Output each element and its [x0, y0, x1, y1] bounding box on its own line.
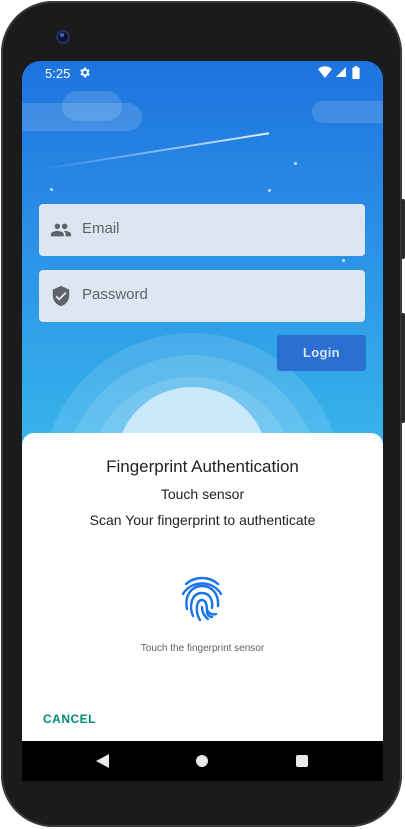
screen: 5:25 Email Password Login Fingerprint Au…	[22, 61, 383, 781]
status-time: 5:25	[45, 66, 71, 81]
star	[294, 162, 297, 165]
fingerprint-hint: Touch the fingerprint sensor	[140, 643, 265, 654]
wifi-icon	[318, 66, 332, 81]
cloud	[62, 91, 122, 121]
dialog-description: Scan Your fingerprint to authenticate	[89, 512, 316, 528]
cloud	[312, 101, 383, 123]
password-field[interactable]: Password	[39, 270, 365, 322]
shooting-star	[36, 132, 270, 171]
fingerprint-dialog: Fingerprint Authentication Touch sensor …	[22, 433, 383, 741]
signal-icon	[335, 66, 347, 81]
recents-icon[interactable]	[296, 755, 308, 767]
email-field[interactable]: Email	[39, 204, 365, 256]
home-icon[interactable]	[196, 755, 208, 767]
dialog-title: Fingerprint Authentication	[106, 457, 299, 476]
shield-icon	[50, 285, 72, 312]
email-placeholder: Email	[82, 220, 120, 237]
fingerprint-icon[interactable]	[180, 574, 224, 629]
phone-frame: 5:25 Email Password Login Fingerprint Au…	[1, 1, 405, 827]
battery-icon	[352, 66, 360, 82]
cancel-button[interactable]: CANCEL	[43, 712, 96, 726]
star	[342, 259, 345, 262]
star	[268, 189, 271, 192]
dialog-subtitle: Touch sensor	[160, 486, 245, 502]
settings-icon	[78, 66, 91, 82]
front-camera	[56, 30, 70, 44]
status-bar: 5:25	[22, 61, 383, 85]
people-icon	[50, 219, 72, 246]
back-icon[interactable]	[96, 754, 109, 773]
navigation-bar	[22, 741, 383, 781]
volume-button	[401, 313, 405, 423]
login-button[interactable]: Login	[277, 335, 366, 371]
star	[50, 188, 53, 191]
power-button	[401, 199, 405, 259]
password-placeholder: Password	[82, 286, 148, 303]
